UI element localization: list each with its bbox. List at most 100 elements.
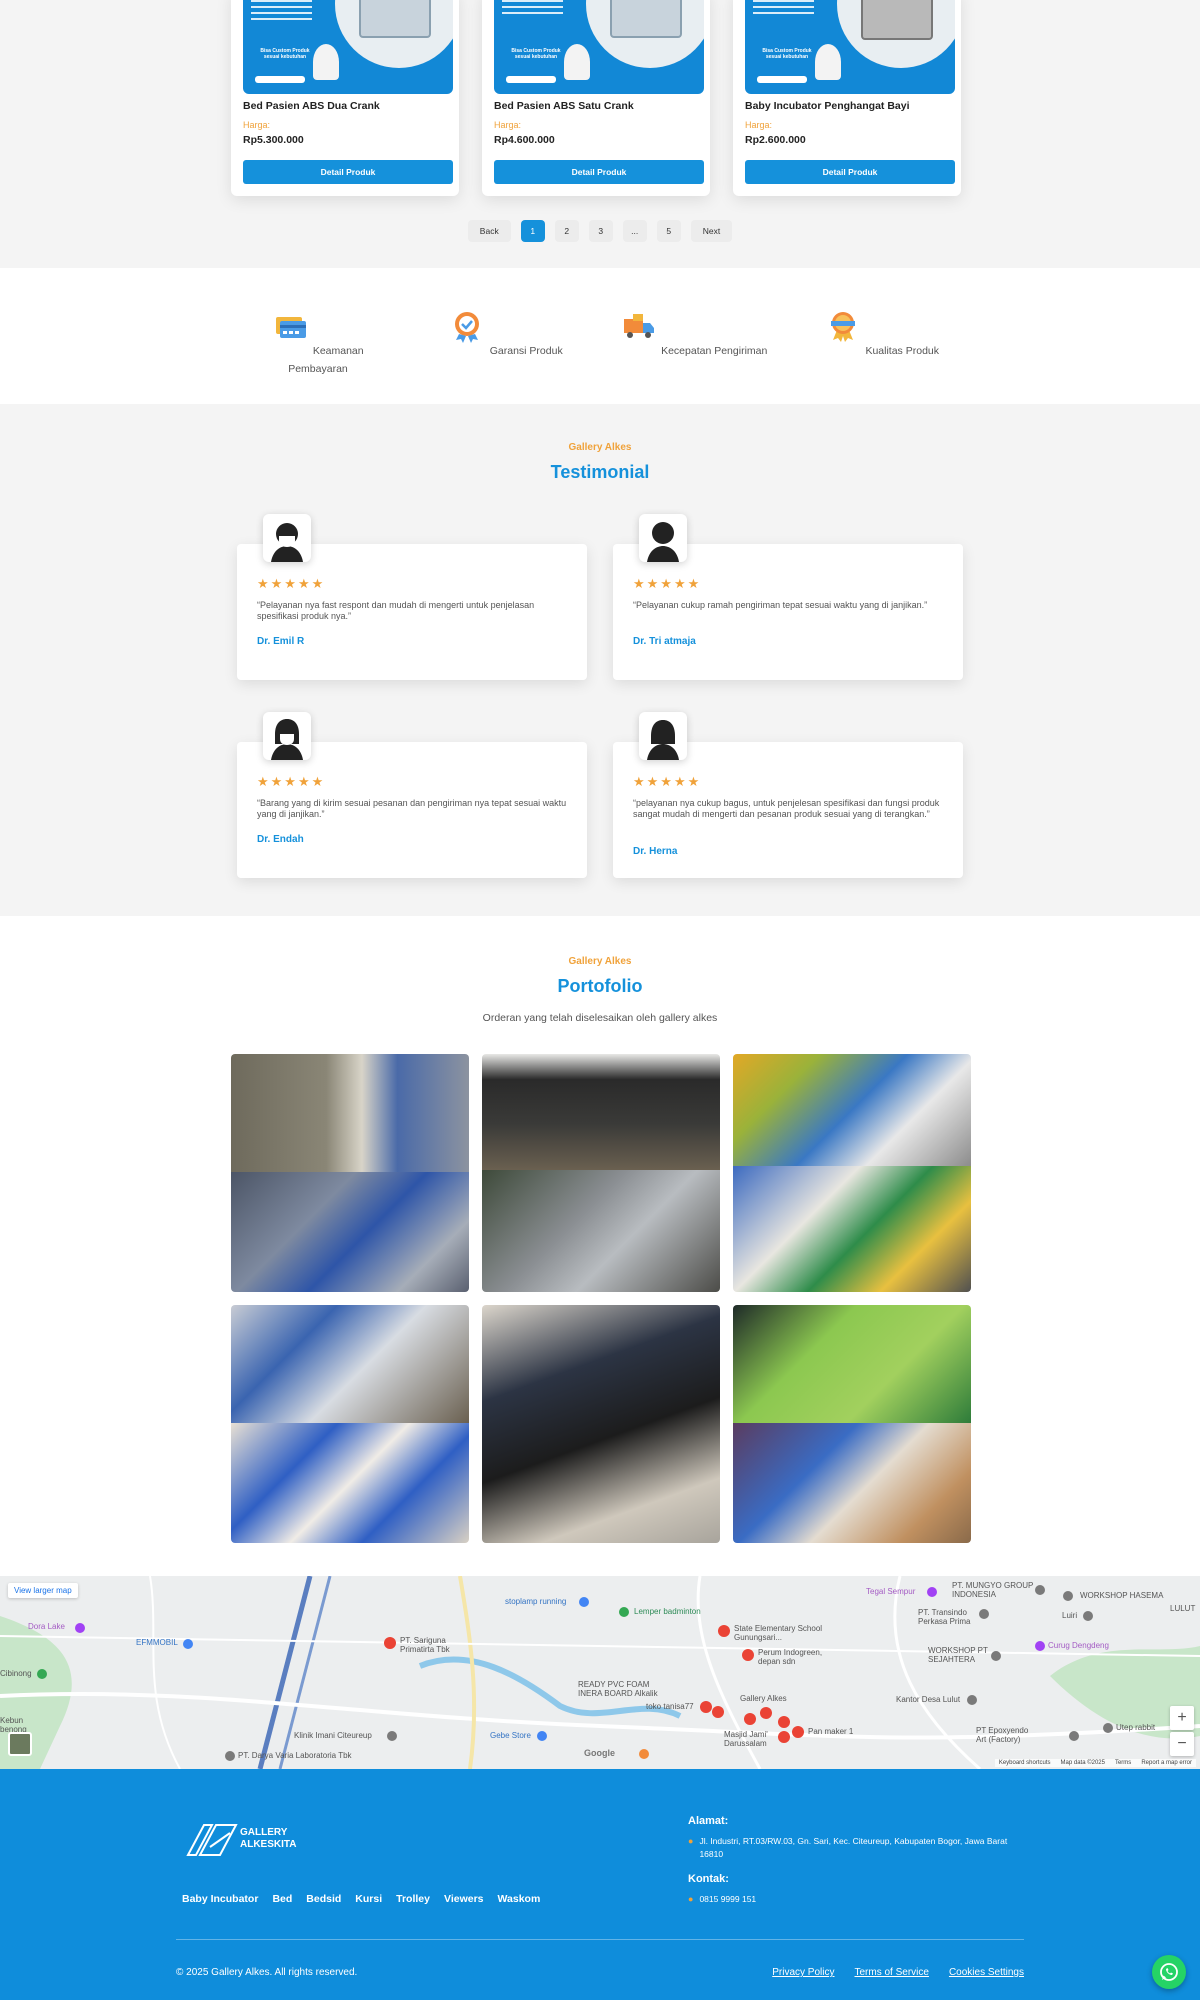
map-label[interactable]: stoplamp running — [505, 1597, 566, 1606]
banner-text: Bisa Custom Produk sesuai kebutuhan — [762, 48, 812, 60]
price-label: Harga: — [494, 120, 522, 130]
footer-nav-trolley[interactable]: Trolley — [396, 1893, 430, 1905]
google-map[interactable]: View larger map Dora Lake EFMMOBIL PT. S… — [0, 1576, 1200, 1769]
product-card[interactable]: Bisa Custom Produk sesuai kebutuhan Bed … — [482, 0, 710, 196]
banner-phone — [255, 76, 305, 83]
product-image[interactable]: Bisa Custom Produk sesuai kebutuhan — [243, 0, 453, 94]
cookies-settings-link[interactable]: Cookies Settings — [949, 1967, 1024, 1978]
map-label[interactable]: Kantor Desa Lulut — [896, 1695, 960, 1704]
product-card[interactable]: Bisa Custom Produk sesuai kebutuhan Bed … — [231, 0, 459, 196]
map-label[interactable]: EFMMOBIL — [136, 1638, 178, 1647]
banner-text: Bisa Custom Produk sesuai kebutuhan — [260, 48, 310, 60]
rating-stars: ★★★★★ — [633, 576, 702, 591]
detail-product-button[interactable]: Detail Produk — [494, 160, 704, 184]
testimonial-quote: “Barang yang di kirim sesuai pesanan dan… — [257, 798, 567, 820]
testimonial-card: ★★★★★ “Pelayanan nya fast respont dan mu… — [237, 514, 587, 680]
map-label[interactable]: PT. Sariguna Primatirta Tbk — [400, 1636, 460, 1654]
pagination-page-5[interactable]: 5 — [656, 220, 681, 242]
map-label[interactable]: Curug Dengdeng — [1048, 1641, 1109, 1650]
report-error-link[interactable]: Report a map error — [1141, 1760, 1192, 1766]
footer-nav-viewers[interactable]: Viewers — [444, 1893, 484, 1905]
map-label[interactable]: READY PVC FOAM INERA BOARD Alkalik — [578, 1680, 658, 1698]
detail-product-button[interactable]: Detail Produk — [745, 160, 955, 184]
product-image[interactable]: Bisa Custom Produk sesuai kebutuhan — [745, 0, 955, 94]
satellite-toggle[interactable] — [8, 1732, 32, 1756]
privacy-policy-link[interactable]: Privacy Policy — [772, 1967, 834, 1978]
whatsapp-button[interactable] — [1152, 1955, 1186, 1989]
whatsapp-icon — [1160, 1963, 1178, 1981]
map-label[interactable]: Pan maker 1 — [808, 1727, 853, 1736]
footer-nav-bed[interactable]: Bed — [272, 1893, 292, 1905]
map-label[interactable]: PT. Transindo Perkasa Prima — [918, 1608, 982, 1626]
map-label[interactable]: Luiri — [1062, 1611, 1077, 1620]
credit-card-icon — [276, 317, 307, 338]
product-name: Bed Pasien ABS Satu Crank — [494, 100, 634, 112]
footer-nav-bedsid[interactable]: Bedsid — [306, 1893, 341, 1905]
product-image[interactable]: Bisa Custom Produk sesuai kebutuhan — [494, 0, 704, 94]
logo-line-2: ALKESKITA — [240, 1838, 297, 1850]
page: Bisa Custom Produk sesuai kebutuhan Bed … — [0, 0, 1200, 2000]
terms-of-service-link[interactable]: Terms of Service — [854, 1967, 928, 1978]
view-larger-map-link[interactable]: View larger map — [8, 1583, 78, 1598]
incubator-icon — [861, 0, 933, 40]
testimonial-quote: “Pelayanan cukup ramah pengiriman tepat … — [633, 600, 928, 610]
product-price: Rp2.600.000 — [745, 134, 806, 146]
product-card[interactable]: Bisa Custom Produk sesuai kebutuhan Baby… — [733, 0, 961, 196]
pagination-page-2[interactable]: 2 — [554, 220, 579, 242]
portfolio-photo[interactable] — [733, 1054, 971, 1292]
keyboard-shortcuts-link[interactable]: Keyboard shortcuts — [999, 1760, 1051, 1766]
map-label[interactable]: Dora Lake — [28, 1622, 65, 1631]
section-title: Testimonial — [550, 462, 650, 482]
address-title: Alamat: — [688, 1815, 729, 1827]
banner-phone — [757, 76, 807, 83]
pagination-back[interactable]: Back — [467, 220, 511, 242]
pagination-next[interactable]: Next — [690, 220, 733, 242]
portfolio-section: Gallery Alkes Portofolio Orderan yang te… — [0, 916, 1200, 1576]
map-label[interactable]: PT. MUNGYO GROUP INDONESIA — [952, 1581, 1042, 1599]
footer-divider — [176, 1939, 1024, 1940]
map-label[interactable]: PT Epoxyendo Art (Factory) — [976, 1726, 1040, 1744]
guarantee-medal-icon — [455, 312, 480, 343]
section-kicker: Gallery Alkes — [568, 442, 632, 453]
footer-nav-baby-incubator[interactable]: Baby Incubator — [182, 1893, 258, 1905]
map-label[interactable]: Lemper badminton — [634, 1607, 701, 1616]
map-label[interactable]: WORKSHOP HASEMA — [1080, 1591, 1163, 1600]
footer-nav-waskom[interactable]: Waskom — [498, 1893, 541, 1905]
map-label[interactable]: Perum Indogreen, depan sdn — [758, 1648, 838, 1666]
portfolio-photo[interactable] — [482, 1054, 720, 1292]
map-label[interactable]: Masjid Jami' Darussalam — [724, 1730, 784, 1748]
logo-mark-icon — [186, 1824, 238, 1856]
portfolio-photo[interactable] — [482, 1305, 720, 1543]
map-label[interactable]: Klinik Imani Citeureup — [294, 1731, 372, 1740]
avatar — [639, 514, 687, 562]
person-icon — [647, 522, 679, 562]
terms-link[interactable]: Terms — [1115, 1760, 1131, 1766]
contact-row: ● 0815 9999 151 — [688, 1893, 1028, 1907]
detail-product-button[interactable]: Detail Produk — [243, 160, 453, 184]
footer-nav-kursi[interactable]: Kursi — [355, 1893, 382, 1905]
footer-logo[interactable]: GALLERY ALKESKITA — [186, 1821, 306, 1861]
map-label[interactable]: State Elementary School Gunungsari... — [734, 1624, 824, 1642]
pagination-page-1[interactable]: 1 — [520, 220, 545, 242]
portfolio-photo[interactable] — [733, 1305, 971, 1543]
portfolio-photo[interactable] — [231, 1054, 469, 1292]
zoom-in-button[interactable]: + — [1170, 1706, 1194, 1730]
zoom-out-button[interactable]: − — [1170, 1732, 1194, 1756]
map-label[interactable]: Gebe Store — [490, 1731, 531, 1740]
map-label[interactable]: PT. Darya Varia Laboratoria Tbk — [238, 1751, 352, 1760]
price-label: Harga: — [745, 120, 773, 130]
contact-phone[interactable]: 0815 9999 151 — [699, 1893, 756, 1907]
portfolio-photo[interactable] — [231, 1305, 469, 1543]
product-price: Rp4.600.000 — [494, 134, 555, 146]
section-kicker: Gallery Alkes — [568, 956, 632, 967]
map-label[interactable]: LULUT — [1170, 1604, 1195, 1613]
map-label[interactable]: Cibinong — [0, 1669, 32, 1678]
map-label[interactable]: WORKSHOP PT SEJAHTERA — [928, 1646, 992, 1664]
testimonial-author: Dr. Tri atmaja — [633, 636, 696, 647]
map-label[interactable]: toko tanisa77 — [646, 1702, 694, 1711]
map-label-gallery-alkes[interactable]: Gallery Alkes — [740, 1694, 787, 1703]
product-section: Bisa Custom Produk sesuai kebutuhan Bed … — [0, 0, 1200, 268]
map-label[interactable]: Tegal Sempur — [866, 1587, 915, 1596]
pagination-page-3[interactable]: 3 — [588, 220, 613, 242]
map-label[interactable]: Utep rabbit — [1116, 1723, 1155, 1732]
